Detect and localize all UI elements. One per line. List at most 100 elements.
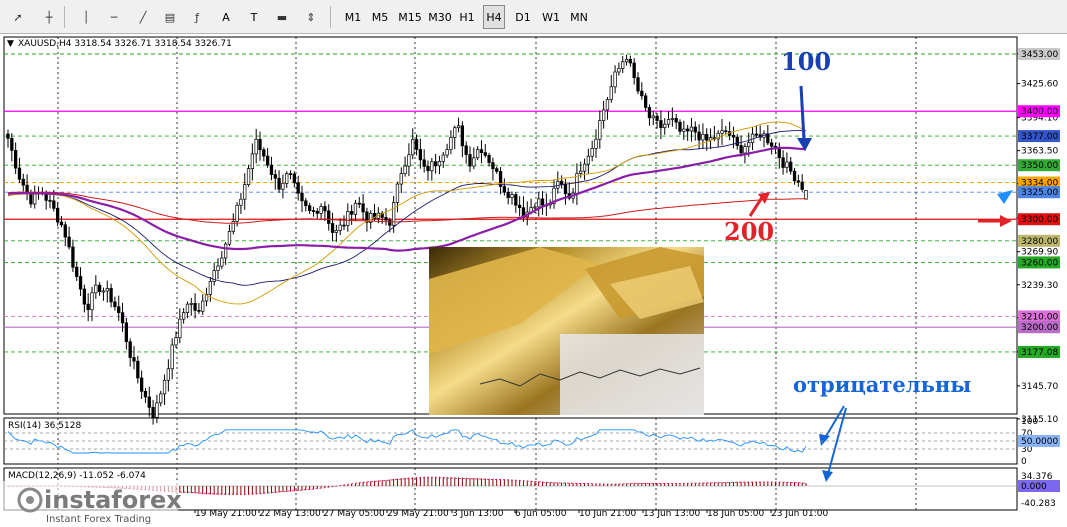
timeframe-m5-button[interactable]: M5 <box>368 5 392 29</box>
candle-body <box>330 223 335 233</box>
candle-body <box>487 155 491 163</box>
candle-body <box>311 210 316 212</box>
price-axis-tick-label: 3363.50 <box>1021 147 1058 157</box>
candle-body <box>105 288 109 292</box>
candle-body <box>269 164 274 175</box>
timeframe-w1-button[interactable]: W1 <box>539 5 563 29</box>
candle-body <box>124 322 129 343</box>
candle-body <box>502 186 507 193</box>
timeframe-d1-button[interactable]: D1 <box>511 5 535 29</box>
trendline-icon[interactable]: ╱ <box>131 5 155 29</box>
candle-body <box>533 206 537 209</box>
fibonacci-icon[interactable]: ƒ <box>185 5 209 29</box>
price-level-label: 3377.00 <box>1021 132 1058 142</box>
candle-body <box>804 190 808 200</box>
candle-body <box>594 138 598 149</box>
text-label-tool[interactable]: T <box>242 5 266 29</box>
toolbar-separator <box>64 6 65 28</box>
candle-body <box>685 128 690 132</box>
candle-body <box>235 204 239 222</box>
candle-body <box>181 312 186 320</box>
gold-image-paper <box>560 334 704 415</box>
candle-body <box>479 149 484 153</box>
price-level-label: 3300.00 <box>1021 215 1058 225</box>
timeframe-m30-button[interactable]: M30 <box>426 5 454 29</box>
candle-body <box>120 312 125 324</box>
candle-body <box>52 200 56 209</box>
candle-body <box>605 99 610 111</box>
text-tool[interactable]: A <box>214 5 238 29</box>
candle-body <box>777 148 781 159</box>
cursor-icon[interactable]: ➚ <box>6 5 30 29</box>
candle-body <box>430 161 434 172</box>
candle-body <box>590 148 594 157</box>
price-level-label: 3453.00 <box>1021 50 1058 60</box>
candle-body <box>418 149 423 161</box>
candle-body <box>166 368 171 381</box>
candle-body <box>785 161 789 168</box>
candle-body <box>586 155 591 165</box>
price-axis-tick-label: 3269.90 <box>1021 248 1058 258</box>
time-axis-label: 13 Jun 13:00 <box>643 509 700 519</box>
macd-label: MACD(12,26,9) -11.052 -6.074 <box>8 471 146 481</box>
candle-body <box>315 210 319 214</box>
candle-body <box>456 125 461 129</box>
timeframe-h1-button[interactable]: H1 <box>456 5 478 29</box>
macd-value-label: 0.000 <box>1021 482 1047 492</box>
candle-body <box>97 284 102 292</box>
candle-body <box>766 133 770 144</box>
candle-body <box>136 360 140 379</box>
horizontal-line-icon[interactable]: ─ <box>102 5 126 29</box>
candle-body <box>353 202 358 215</box>
candle-body <box>395 183 400 203</box>
candle-body <box>21 178 25 186</box>
candle-body <box>185 303 190 313</box>
time-axis-label: 18 Jun 05:00 <box>707 509 764 519</box>
candle-body <box>10 137 14 151</box>
candle-body <box>399 173 403 185</box>
candle-body <box>636 77 640 92</box>
candle-body <box>613 71 617 88</box>
time-axis-label: 19 May 21:00 <box>195 509 257 519</box>
candle-body <box>223 243 228 259</box>
price-level-label: 3200.00 <box>1021 323 1058 333</box>
candle-body <box>342 224 346 227</box>
candle-body <box>659 120 663 129</box>
timeframe-mn-button[interactable]: MN <box>567 5 591 29</box>
candle-body <box>754 133 759 136</box>
candle-body <box>407 154 411 167</box>
equidistant-channel-icon[interactable]: ▤ <box>158 5 182 29</box>
candle-body <box>789 161 793 172</box>
candle-body <box>174 337 178 346</box>
vertical-line-icon[interactable]: │ <box>74 5 98 29</box>
candle-body <box>178 318 182 339</box>
time-axis-label: 29 May 21:00 <box>387 509 449 519</box>
candle-body <box>739 145 743 154</box>
candle-body <box>216 265 220 271</box>
candle-body <box>273 174 277 179</box>
candle-body <box>747 142 751 147</box>
candle-body <box>388 219 392 226</box>
candle-body <box>300 192 304 202</box>
candle-body <box>449 137 453 151</box>
candle-body <box>147 396 151 408</box>
candle-body <box>598 120 602 140</box>
time-axis-label: 10 Jun 21:00 <box>579 509 636 519</box>
crosshair-icon[interactable]: ┼ <box>37 5 61 29</box>
candle-body <box>346 211 350 226</box>
candle-body <box>338 224 342 231</box>
arrows-tool[interactable]: ⇕ <box>299 5 323 29</box>
candle-body <box>433 161 438 167</box>
candle-body <box>628 58 633 64</box>
candle-body <box>254 138 258 155</box>
candle-body <box>674 118 678 123</box>
macd-axis-label: -40.283 <box>1021 499 1056 509</box>
chart-header: XAUUSD,H4 3318.54 3326.71 3318.54 3326.7… <box>18 39 232 49</box>
candle-body <box>13 150 18 169</box>
rectangle-tool[interactable]: ▬ <box>270 5 294 29</box>
timeframe-m15-button[interactable]: M15 <box>396 5 424 29</box>
timeframe-m1-button[interactable]: M1 <box>341 5 365 29</box>
timeframe-h4-button[interactable]: H4 <box>483 5 505 29</box>
candle-body <box>67 236 71 248</box>
candle-body <box>769 142 774 147</box>
